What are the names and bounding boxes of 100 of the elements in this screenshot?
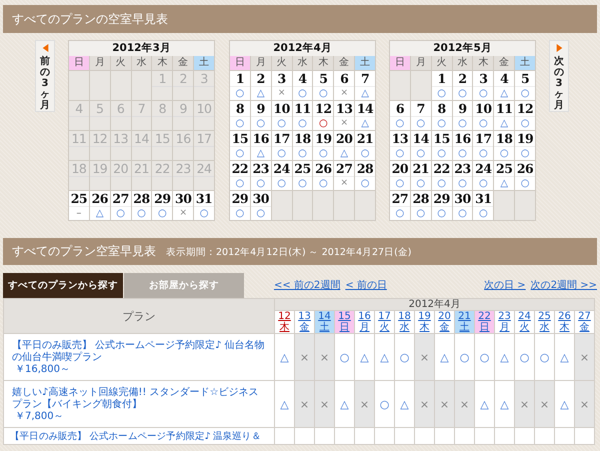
availability-cell[interactable]: ○ bbox=[454, 334, 474, 380]
availability-cell[interactable]: △ bbox=[274, 334, 294, 380]
day-cell[interactable]: 7 △ bbox=[355, 71, 375, 100]
day-cell[interactable]: 3 × bbox=[272, 71, 292, 100]
day-cell[interactable]: 2 ○ bbox=[452, 71, 472, 100]
day-cell[interactable]: 24 ○ bbox=[473, 161, 494, 190]
day-cell[interactable]: 3 ○ bbox=[473, 71, 494, 100]
day-cell[interactable]: 23 ○ bbox=[452, 161, 472, 190]
day-cell[interactable]: 8 ○ bbox=[432, 101, 452, 130]
day-cell[interactable]: 4 ○ bbox=[292, 71, 312, 100]
date-link[interactable]: 25 水 bbox=[534, 310, 554, 334]
day-cell[interactable]: 17 ○ bbox=[473, 131, 494, 160]
day-cell[interactable]: 27 × bbox=[334, 161, 354, 190]
day-cell[interactable]: 6 × bbox=[334, 71, 354, 100]
day-cell[interactable]: 9 ○ bbox=[250, 101, 271, 130]
plan-link[interactable]: 【平日のみ販売】 公式ホームページ予約限定♪ 温泉巡り＆ bbox=[10, 431, 272, 443]
day-cell[interactable]: 31 ○ bbox=[473, 191, 494, 220]
date-link[interactable]: 19 木 bbox=[414, 310, 434, 334]
availability-cell[interactable]: △ bbox=[434, 334, 454, 380]
date-link[interactable]: 14 土 bbox=[314, 310, 334, 334]
date-link[interactable]: 13 金 bbox=[294, 310, 314, 334]
day-cell[interactable]: 19 ○ bbox=[515, 131, 535, 160]
day-cell[interactable]: 5 ○ bbox=[313, 71, 334, 100]
day-cell[interactable]: 23 ○ bbox=[250, 161, 271, 190]
date-link[interactable]: 27 金 bbox=[574, 310, 594, 334]
day-cell[interactable]: 5 ○ bbox=[515, 71, 535, 100]
availability-cell[interactable]: ○ bbox=[514, 334, 534, 380]
day-cell[interactable]: 26 ○ bbox=[313, 161, 334, 190]
day-cell[interactable]: 14 △ bbox=[355, 101, 375, 130]
nav-link[interactable]: 次の2週間 >> bbox=[530, 278, 597, 292]
day-cell[interactable]: 7 ○ bbox=[410, 101, 431, 130]
availability-cell[interactable]: △ bbox=[474, 380, 494, 428]
day-cell[interactable]: 18 ○ bbox=[494, 131, 514, 160]
date-link[interactable]: 16 月 bbox=[354, 310, 374, 334]
day-cell[interactable]: 14 ○ bbox=[410, 131, 431, 160]
day-cell[interactable]: 25 – bbox=[69, 191, 89, 220]
date-link[interactable]: 18 水 bbox=[394, 310, 414, 334]
date-link[interactable]: 23 月 bbox=[494, 310, 514, 334]
day-cell[interactable]: 1 ○ bbox=[432, 71, 452, 100]
day-cell[interactable]: 24 ○ bbox=[272, 161, 292, 190]
availability-cell[interactable]: △ bbox=[374, 334, 394, 380]
previous-months-button[interactable]: 前の3ヶ月 bbox=[35, 40, 55, 112]
day-cell[interactable]: 1 ○ bbox=[230, 71, 250, 100]
date-link[interactable]: 21 土 bbox=[454, 310, 474, 334]
nav-link[interactable]: 次の日 > bbox=[484, 278, 526, 292]
day-cell[interactable]: 8 ○ bbox=[230, 101, 250, 130]
day-cell[interactable]: 22 ○ bbox=[432, 161, 452, 190]
day-cell[interactable]: 29 ○ bbox=[152, 191, 172, 220]
date-link[interactable]: 17 火 bbox=[374, 310, 394, 334]
day-cell[interactable]: 22 ○ bbox=[230, 161, 250, 190]
day-cell[interactable]: 26 ○ bbox=[515, 161, 535, 190]
nav-link[interactable]: < 前の日 bbox=[345, 278, 387, 292]
availability-cell[interactable]: △ bbox=[274, 380, 294, 428]
day-cell[interactable]: 28 ○ bbox=[132, 191, 152, 220]
day-cell[interactable]: 12 ○ bbox=[313, 101, 334, 130]
availability-cell[interactable]: △ bbox=[354, 334, 374, 380]
day-cell[interactable]: 26 △ bbox=[90, 191, 110, 220]
day-cell[interactable]: 25 △ bbox=[494, 161, 514, 190]
day-cell[interactable]: 28 ○ bbox=[410, 191, 431, 220]
day-cell[interactable]: 30 ○ bbox=[452, 191, 472, 220]
day-cell[interactable]: 11 ○ bbox=[292, 101, 312, 130]
availability-cell[interactable]: △ bbox=[394, 380, 414, 428]
date-link[interactable]: 26 木 bbox=[554, 310, 574, 334]
day-cell[interactable]: 2 △ bbox=[250, 71, 271, 100]
day-cell[interactable]: 9 ○ bbox=[452, 101, 472, 130]
plan-link[interactable]: 嬉しい♪高速ネット回線完備!! スタンダード☆ビジネスプラン【バイキング朝食付】 bbox=[12, 386, 266, 410]
availability-cell[interactable]: △ bbox=[494, 334, 514, 380]
availability-cell[interactable]: △ bbox=[494, 380, 514, 428]
day-cell[interactable]: 10 ○ bbox=[272, 101, 292, 130]
day-cell[interactable]: 6 ○ bbox=[390, 101, 410, 130]
day-cell[interactable]: 21 ○ bbox=[355, 131, 375, 160]
plan-link[interactable]: 【平日のみ販売】 公式ホームページ予約限定♪ 仙台名物の仙台牛満喫プラン bbox=[12, 340, 266, 364]
availability-cell[interactable]: △ bbox=[554, 380, 574, 428]
day-cell[interactable]: 30 × bbox=[173, 191, 194, 220]
availability-cell[interactable]: ○ bbox=[334, 334, 354, 380]
tab[interactable]: すべてのプランから探す bbox=[3, 273, 123, 298]
day-cell[interactable]: 15 ○ bbox=[230, 131, 250, 160]
day-cell[interactable]: 30 ○ bbox=[250, 191, 271, 220]
day-cell[interactable]: 17 ○ bbox=[272, 131, 292, 160]
day-cell[interactable]: 31 ○ bbox=[194, 191, 214, 220]
day-cell[interactable]: 13 × bbox=[334, 101, 354, 130]
availability-cell[interactable]: △ bbox=[554, 334, 574, 380]
availability-cell[interactable]: ○ bbox=[394, 334, 414, 380]
date-link[interactable]: 15 日 bbox=[334, 310, 354, 334]
nav-link[interactable]: << 前の2週間 bbox=[274, 278, 340, 292]
day-cell[interactable]: 29 ○ bbox=[230, 191, 250, 220]
day-cell[interactable]: 29 ○ bbox=[432, 191, 452, 220]
day-cell[interactable]: 28 ○ bbox=[355, 161, 375, 190]
day-cell[interactable]: 12 ○ bbox=[515, 101, 535, 130]
day-cell[interactable]: 15 ○ bbox=[432, 131, 452, 160]
date-link[interactable]: 20 金 bbox=[434, 310, 454, 334]
day-cell[interactable]: 20 △ bbox=[334, 131, 354, 160]
day-cell[interactable]: 18 ○ bbox=[292, 131, 312, 160]
availability-cell[interactable]: ○ bbox=[534, 334, 554, 380]
day-cell[interactable]: 4 △ bbox=[494, 71, 514, 100]
day-cell[interactable]: 16 △ bbox=[250, 131, 271, 160]
day-cell[interactable]: 11 △ bbox=[494, 101, 514, 130]
day-cell[interactable]: 25 ○ bbox=[292, 161, 312, 190]
availability-cell[interactable]: ○ bbox=[374, 380, 394, 428]
day-cell[interactable]: 27 ○ bbox=[110, 191, 131, 220]
